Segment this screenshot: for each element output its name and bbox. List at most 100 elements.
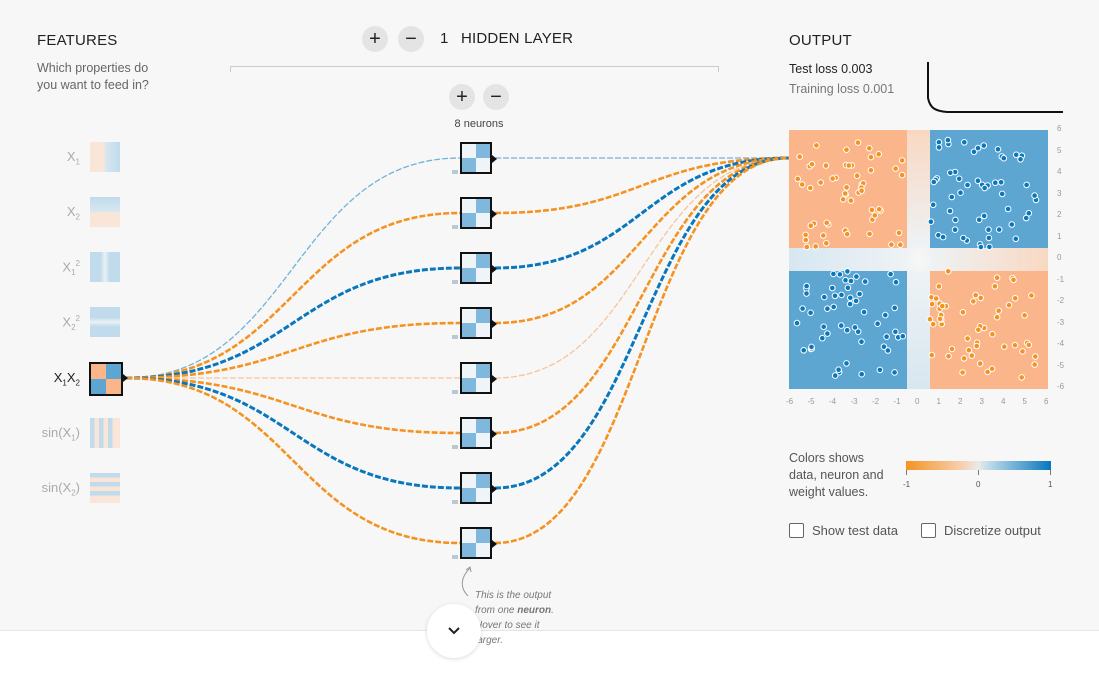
data-point bbox=[817, 179, 825, 186]
neuron-output-arrow-icon bbox=[492, 540, 497, 548]
neuron-output-arrow-icon bbox=[492, 155, 497, 163]
data-point bbox=[888, 241, 895, 248]
data-point bbox=[812, 243, 820, 250]
data-point bbox=[819, 334, 826, 342]
data-point bbox=[946, 207, 954, 215]
y-tick: -1 bbox=[1057, 274, 1065, 284]
neuron-output-arrow-icon bbox=[492, 210, 497, 218]
data-point bbox=[843, 146, 850, 154]
hint-line2-bold: neuron bbox=[517, 605, 552, 616]
data-point bbox=[898, 171, 906, 179]
legend-line2: data, neuron and bbox=[789, 468, 884, 482]
data-point bbox=[820, 323, 828, 331]
neuron-bias-5 bbox=[452, 390, 458, 394]
data-point bbox=[1028, 292, 1035, 299]
data-point bbox=[824, 330, 831, 337]
neuron-2[interactable] bbox=[460, 197, 492, 229]
data-point bbox=[802, 236, 810, 244]
link-out-7[interactable] bbox=[494, 156, 790, 545]
discretize-output-box[interactable] bbox=[921, 523, 936, 538]
data-point bbox=[1019, 348, 1026, 355]
data-point bbox=[847, 197, 855, 204]
data-point bbox=[980, 142, 988, 149]
x-tick: -6 bbox=[786, 397, 794, 406]
data-point bbox=[944, 136, 952, 144]
scale-max-label: 1 bbox=[1048, 480, 1053, 489]
neuron-bias-8 bbox=[452, 555, 458, 559]
neuron-6[interactable] bbox=[460, 417, 492, 449]
data-point bbox=[824, 305, 831, 312]
scroll-down-button[interactable] bbox=[427, 604, 481, 658]
data-point bbox=[831, 372, 839, 379]
neuron-bias-7 bbox=[452, 500, 458, 504]
data-point bbox=[1031, 361, 1038, 368]
data-point bbox=[998, 190, 1006, 198]
link-out-4[interactable] bbox=[494, 157, 790, 379]
data-point bbox=[799, 305, 806, 312]
data-point bbox=[884, 347, 892, 354]
data-point bbox=[968, 352, 976, 359]
show-test-data-checkbox[interactable]: Show test data bbox=[789, 523, 898, 538]
neuron-4[interactable] bbox=[460, 307, 492, 339]
data-point bbox=[927, 218, 935, 225]
data-point bbox=[844, 284, 852, 292]
y-tick: 0 bbox=[1057, 253, 1062, 262]
link-out-6[interactable] bbox=[494, 156, 790, 490]
data-points bbox=[793, 136, 1040, 381]
output-title: OUTPUT bbox=[789, 32, 852, 49]
training-loss: Training loss 0.001 bbox=[789, 82, 894, 96]
neuron-3[interactable] bbox=[460, 252, 492, 284]
data-point bbox=[1023, 181, 1030, 189]
link-in-6[interactable] bbox=[125, 376, 461, 490]
data-point bbox=[993, 313, 1001, 321]
data-point bbox=[874, 320, 881, 327]
data-point bbox=[1011, 341, 1019, 349]
data-point bbox=[829, 284, 836, 292]
link-out-2[interactable] bbox=[494, 156, 790, 270]
link-in-7[interactable] bbox=[125, 376, 461, 545]
data-point bbox=[847, 294, 854, 302]
x-tick: -5 bbox=[807, 397, 815, 406]
data-point bbox=[891, 369, 898, 376]
data-point bbox=[1004, 205, 1012, 213]
data-point bbox=[858, 338, 865, 345]
data-point bbox=[961, 139, 968, 146]
data-point bbox=[928, 300, 936, 308]
show-test-data-box[interactable] bbox=[789, 523, 804, 538]
data-point bbox=[1021, 312, 1028, 319]
link-in-0[interactable] bbox=[125, 157, 461, 379]
data-point bbox=[973, 342, 980, 350]
link-in-2[interactable] bbox=[125, 266, 461, 380]
data-point bbox=[898, 157, 906, 164]
data-point bbox=[964, 335, 971, 342]
link-in-5[interactable] bbox=[125, 376, 461, 435]
data-point bbox=[867, 167, 875, 174]
data-point bbox=[883, 333, 890, 340]
discretize-output-checkbox[interactable]: Discretize output bbox=[921, 523, 1041, 538]
data-point bbox=[892, 278, 900, 286]
data-point bbox=[821, 293, 828, 301]
data-point bbox=[854, 139, 862, 146]
data-point bbox=[957, 189, 964, 197]
data-point bbox=[955, 175, 963, 183]
data-point bbox=[851, 324, 859, 331]
data-point bbox=[798, 181, 806, 188]
data-point bbox=[837, 322, 845, 329]
hint-line3: Hover to see it bbox=[475, 620, 540, 631]
data-point bbox=[981, 184, 988, 192]
data-point bbox=[989, 330, 996, 338]
neuron-7[interactable] bbox=[460, 472, 492, 504]
data-point bbox=[841, 190, 849, 197]
neuron-bias-4 bbox=[452, 335, 458, 339]
data-point bbox=[803, 243, 811, 251]
neuron-8[interactable] bbox=[460, 527, 492, 559]
y-tick: 3 bbox=[1057, 188, 1062, 198]
data-point bbox=[929, 320, 937, 328]
data-point bbox=[951, 226, 959, 233]
neuron-1[interactable] bbox=[460, 142, 492, 174]
neuron-5[interactable] bbox=[460, 362, 492, 394]
link-out-5[interactable] bbox=[494, 156, 790, 435]
neuron-bias-3 bbox=[452, 280, 458, 284]
link-in-1[interactable] bbox=[125, 211, 461, 380]
data-point bbox=[808, 160, 816, 168]
